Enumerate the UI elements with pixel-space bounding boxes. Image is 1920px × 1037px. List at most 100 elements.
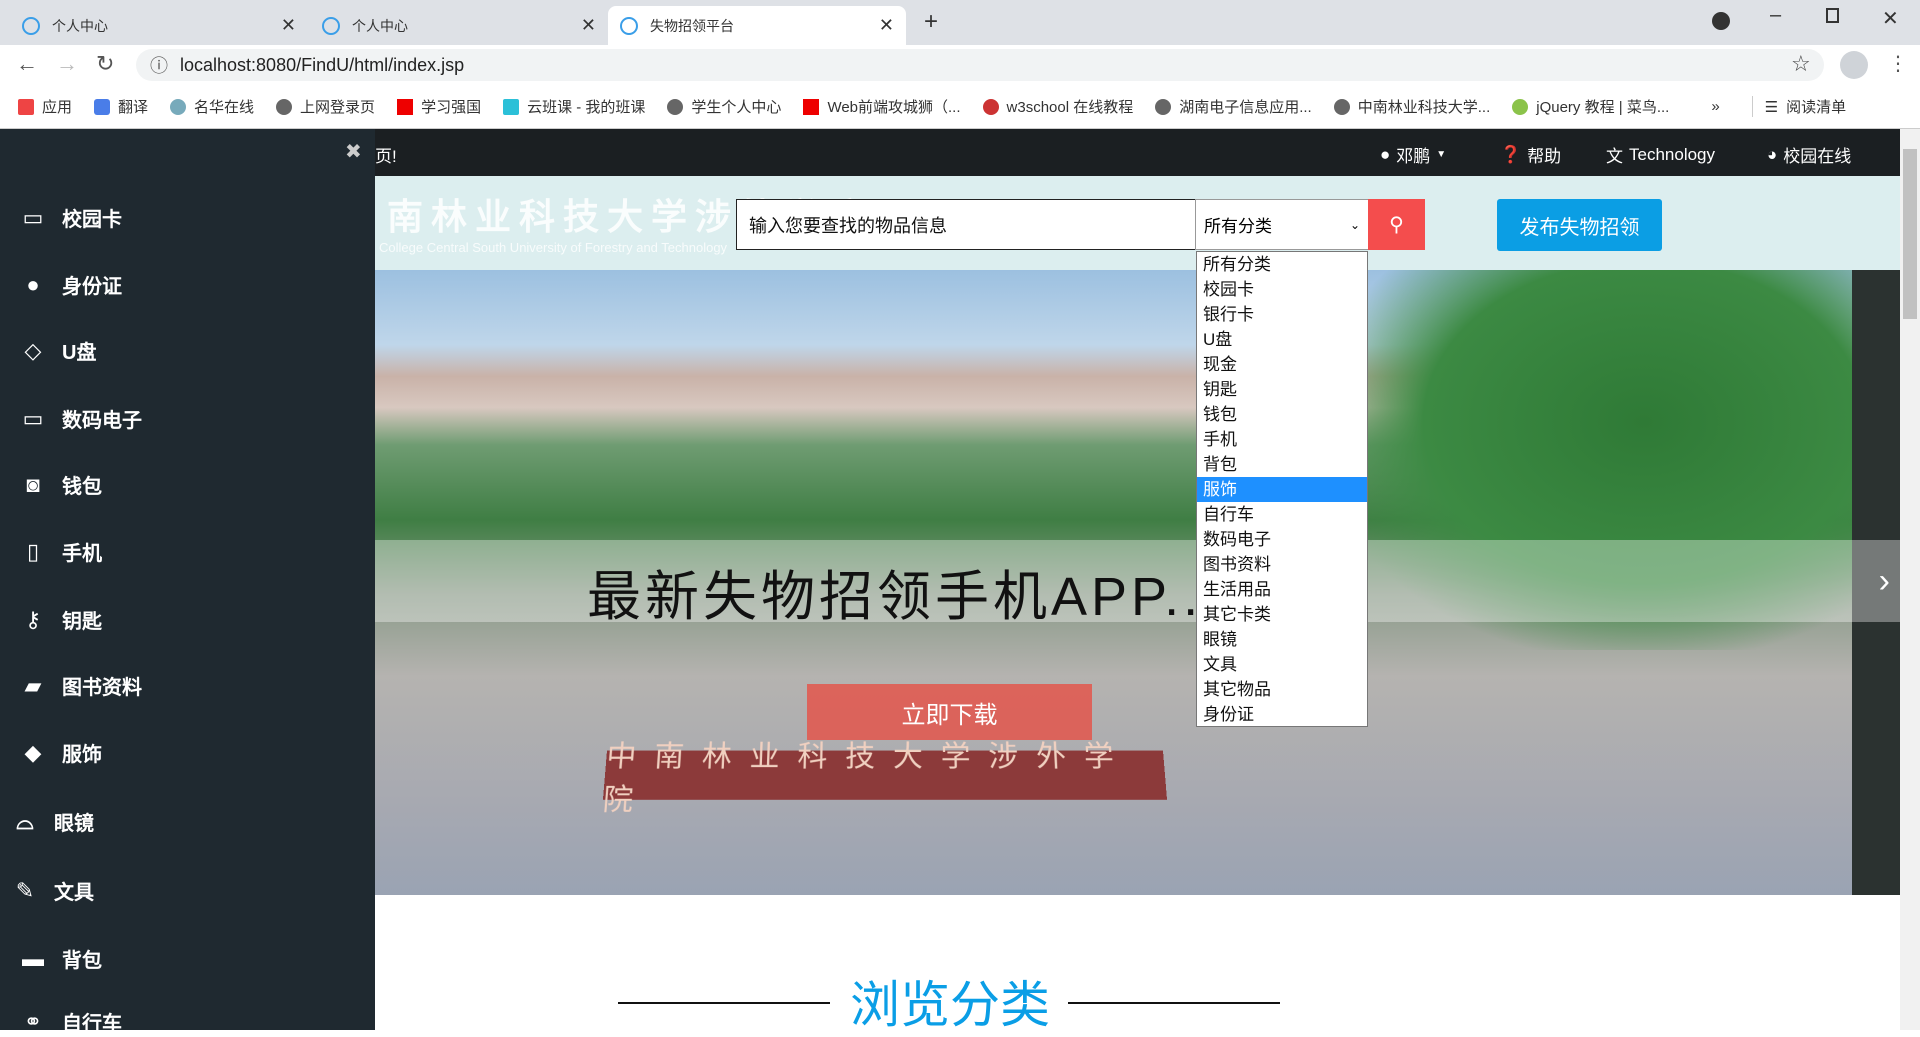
help-link[interactable]: ❓ 帮助 bbox=[1500, 142, 1561, 167]
ticket-icon: ◇ bbox=[24, 337, 42, 363]
dropdown-option[interactable]: 服饰 bbox=[1197, 477, 1367, 502]
search-icon bbox=[22, 16, 40, 35]
menu-icon[interactable]: ⋮ bbox=[1888, 51, 1908, 76]
globe-icon bbox=[1333, 98, 1350, 115]
bookmark[interactable]: 中南林业科技大学... bbox=[1333, 96, 1490, 117]
dropdown-option[interactable]: 生活用品 bbox=[1197, 577, 1367, 602]
dropdown-option[interactable]: 自行车 bbox=[1197, 502, 1367, 527]
dropdown-option[interactable]: U盘 bbox=[1197, 327, 1367, 352]
dropdown-option[interactable]: 背包 bbox=[1197, 452, 1367, 477]
profile-avatar[interactable] bbox=[1840, 51, 1868, 79]
reading-list[interactable]: ☰ 阅读清单 bbox=[1751, 96, 1846, 117]
close-sidebar-icon[interactable]: ✖ bbox=[345, 139, 362, 164]
tab[interactable]: 个人中心 ✕ bbox=[10, 6, 308, 45]
banner-caption: 最新失物招领手机APP... bbox=[587, 567, 1222, 627]
search-input[interactable]: 输入您要查找的物品信息 bbox=[736, 199, 1196, 250]
sidebar-item[interactable]: ▬ 背包 bbox=[18, 944, 102, 973]
site-icon bbox=[170, 98, 187, 115]
bookmark[interactable]: 云班课 - 我的班课 bbox=[503, 96, 645, 117]
category-select[interactable]: 所有分类 ⌄ bbox=[1195, 199, 1369, 250]
bookmark[interactable]: Web前端攻城狮（... bbox=[803, 96, 961, 117]
dropdown-option[interactable]: 钱包 bbox=[1197, 402, 1367, 427]
key-icon: ⚷ bbox=[24, 606, 42, 632]
sidebar-item[interactable]: ▭ 校园卡 bbox=[18, 203, 122, 232]
publish-button[interactable]: 发布失物招领 bbox=[1497, 199, 1662, 251]
site-icon bbox=[803, 98, 820, 115]
dropdown-option[interactable]: 文具 bbox=[1197, 652, 1367, 677]
sidebar-item[interactable]: ⚭ 自行车 bbox=[18, 1007, 122, 1036]
sidebar-item[interactable]: ● 身份证 bbox=[18, 270, 122, 299]
chevron-right-icon[interactable]: › bbox=[1879, 562, 1890, 601]
scrollbar-thumb[interactable] bbox=[1903, 149, 1917, 319]
banner-carousel: 中南林业科技大学涉外学院 最新失物招领手机APP... 立即下载 › bbox=[375, 270, 1900, 895]
sidebar-item[interactable]: ◆ 服饰 bbox=[18, 738, 102, 767]
new-tab-button[interactable]: + bbox=[924, 8, 938, 36]
back-icon[interactable]: ← bbox=[16, 51, 38, 77]
dropdown-option[interactable]: 眼镜 bbox=[1197, 627, 1367, 652]
tab-search-icon[interactable] bbox=[1712, 12, 1730, 30]
sidebar-item[interactable]: ◙ 钱包 bbox=[18, 470, 102, 499]
dropdown-option[interactable]: 数码电子 bbox=[1197, 527, 1367, 552]
book-icon: ▰ bbox=[24, 672, 42, 698]
forward-icon[interactable]: → bbox=[56, 51, 78, 77]
close-tab-icon[interactable]: ✕ bbox=[581, 15, 596, 36]
sidebar-item[interactable]: ▭ 数码电子 bbox=[18, 404, 142, 433]
sidebar-item[interactable]: ▰ 图书资料 bbox=[18, 671, 142, 700]
url-input[interactable]: ⓘ localhost:8080/FindU/html/index.jsp bbox=[136, 49, 1824, 81]
dropdown-option[interactable]: 校园卡 bbox=[1197, 277, 1367, 302]
search-button[interactable]: ⚲ bbox=[1368, 199, 1425, 250]
bookmark[interactable]: 翻译 bbox=[94, 96, 148, 117]
close-window-button[interactable]: ✕ bbox=[1882, 6, 1899, 31]
category-dropdown-list[interactable]: 所有分类 校园卡 银行卡 U盘 现金 钥匙 钱包 手机 背包 服饰 自行车 数码电子 图书资料 生活用品其… bbox=[1196, 251, 1368, 727]
bookmark-star-icon[interactable]: ☆ bbox=[1791, 51, 1811, 77]
pencil-icon: ✎ bbox=[15, 877, 35, 903]
user-menu[interactable]: ● 邓鹏 ▼ bbox=[1380, 142, 1446, 167]
caret-down-icon: ▼ bbox=[1436, 149, 1447, 160]
sidebar-item[interactable]: ✎ 文具 bbox=[10, 876, 94, 905]
translate-icon bbox=[94, 98, 111, 115]
money-icon: ◙ bbox=[26, 471, 40, 497]
bookmark[interactable]: 应用 bbox=[18, 96, 72, 117]
dropdown-option[interactable]: 银行卡 bbox=[1197, 302, 1367, 327]
more-bookmarks[interactable]: » bbox=[1711, 98, 1719, 115]
scrollbar[interactable] bbox=[1900, 129, 1920, 1030]
sidebar-item[interactable]: ◇ U盘 bbox=[18, 336, 97, 365]
download-button[interactable]: 立即下载 bbox=[807, 684, 1092, 740]
user-icon: ● bbox=[26, 271, 40, 297]
tab-active[interactable]: 失物招领平台 ✕ bbox=[608, 6, 906, 45]
welcome-text: 页! bbox=[375, 147, 397, 166]
campus-online-link[interactable]: ◕ 校园在线 bbox=[1767, 142, 1851, 167]
reload-icon[interactable]: ↻ bbox=[96, 51, 114, 77]
dropdown-option[interactable]: 所有分类 bbox=[1197, 252, 1367, 277]
sidebar-item[interactable]: ⌓ 眼镜 bbox=[10, 807, 94, 836]
dropdown-option[interactable]: 其它卡类 bbox=[1197, 602, 1367, 627]
restore-button[interactable] bbox=[1826, 8, 1839, 23]
bookmark[interactable]: jQuery 教程 | 菜鸟... bbox=[1512, 96, 1669, 117]
sidebar-item[interactable]: ⚷ 钥匙 bbox=[18, 605, 102, 634]
dropdown-option[interactable]: 身份证 bbox=[1197, 702, 1367, 727]
close-tab-icon[interactable]: ✕ bbox=[281, 15, 296, 36]
bookmark[interactable]: w3school 在线教程 bbox=[982, 96, 1133, 117]
bookmark[interactable]: 学生个人中心 bbox=[667, 96, 781, 117]
top-navbar: 页! ● 邓鹏 ▼ ❓ 帮助 文 Technology ◕ 校园在线 bbox=[375, 129, 1900, 176]
minimize-button[interactable]: – bbox=[1770, 4, 1781, 27]
globe-icon: ◕ bbox=[1767, 144, 1778, 164]
bookmark[interactable]: 湖南电子信息应用... bbox=[1155, 96, 1312, 117]
sidebar-item[interactable]: ▯ 手机 bbox=[18, 537, 102, 566]
tab[interactable]: 个人中心 ✕ bbox=[310, 6, 608, 45]
bookmark[interactable]: 名华在线 bbox=[170, 96, 254, 117]
site-icon bbox=[397, 98, 414, 115]
address-bar-row: ← → ↻ ⓘ localhost:8080/FindU/html/index.j… bbox=[0, 45, 1920, 85]
dropdown-option[interactable]: 其它物品 bbox=[1197, 677, 1367, 702]
close-tab-icon[interactable]: ✕ bbox=[879, 15, 894, 36]
laptop-icon: ▭ bbox=[22, 405, 44, 431]
dropdown-option[interactable]: 钥匙 bbox=[1197, 377, 1367, 402]
dropdown-option[interactable]: 手机 bbox=[1197, 427, 1367, 452]
bookmark[interactable]: 学习强国 bbox=[397, 96, 481, 117]
briefcase-icon: ▬ bbox=[22, 945, 44, 971]
technology-link[interactable]: 文 Technology bbox=[1606, 142, 1715, 167]
section-title: 浏览分类 bbox=[850, 977, 1050, 1033]
bookmark[interactable]: 上网登录页 bbox=[276, 96, 375, 117]
dropdown-option[interactable]: 图书资料 bbox=[1197, 552, 1367, 577]
dropdown-option[interactable]: 现金 bbox=[1197, 352, 1367, 377]
